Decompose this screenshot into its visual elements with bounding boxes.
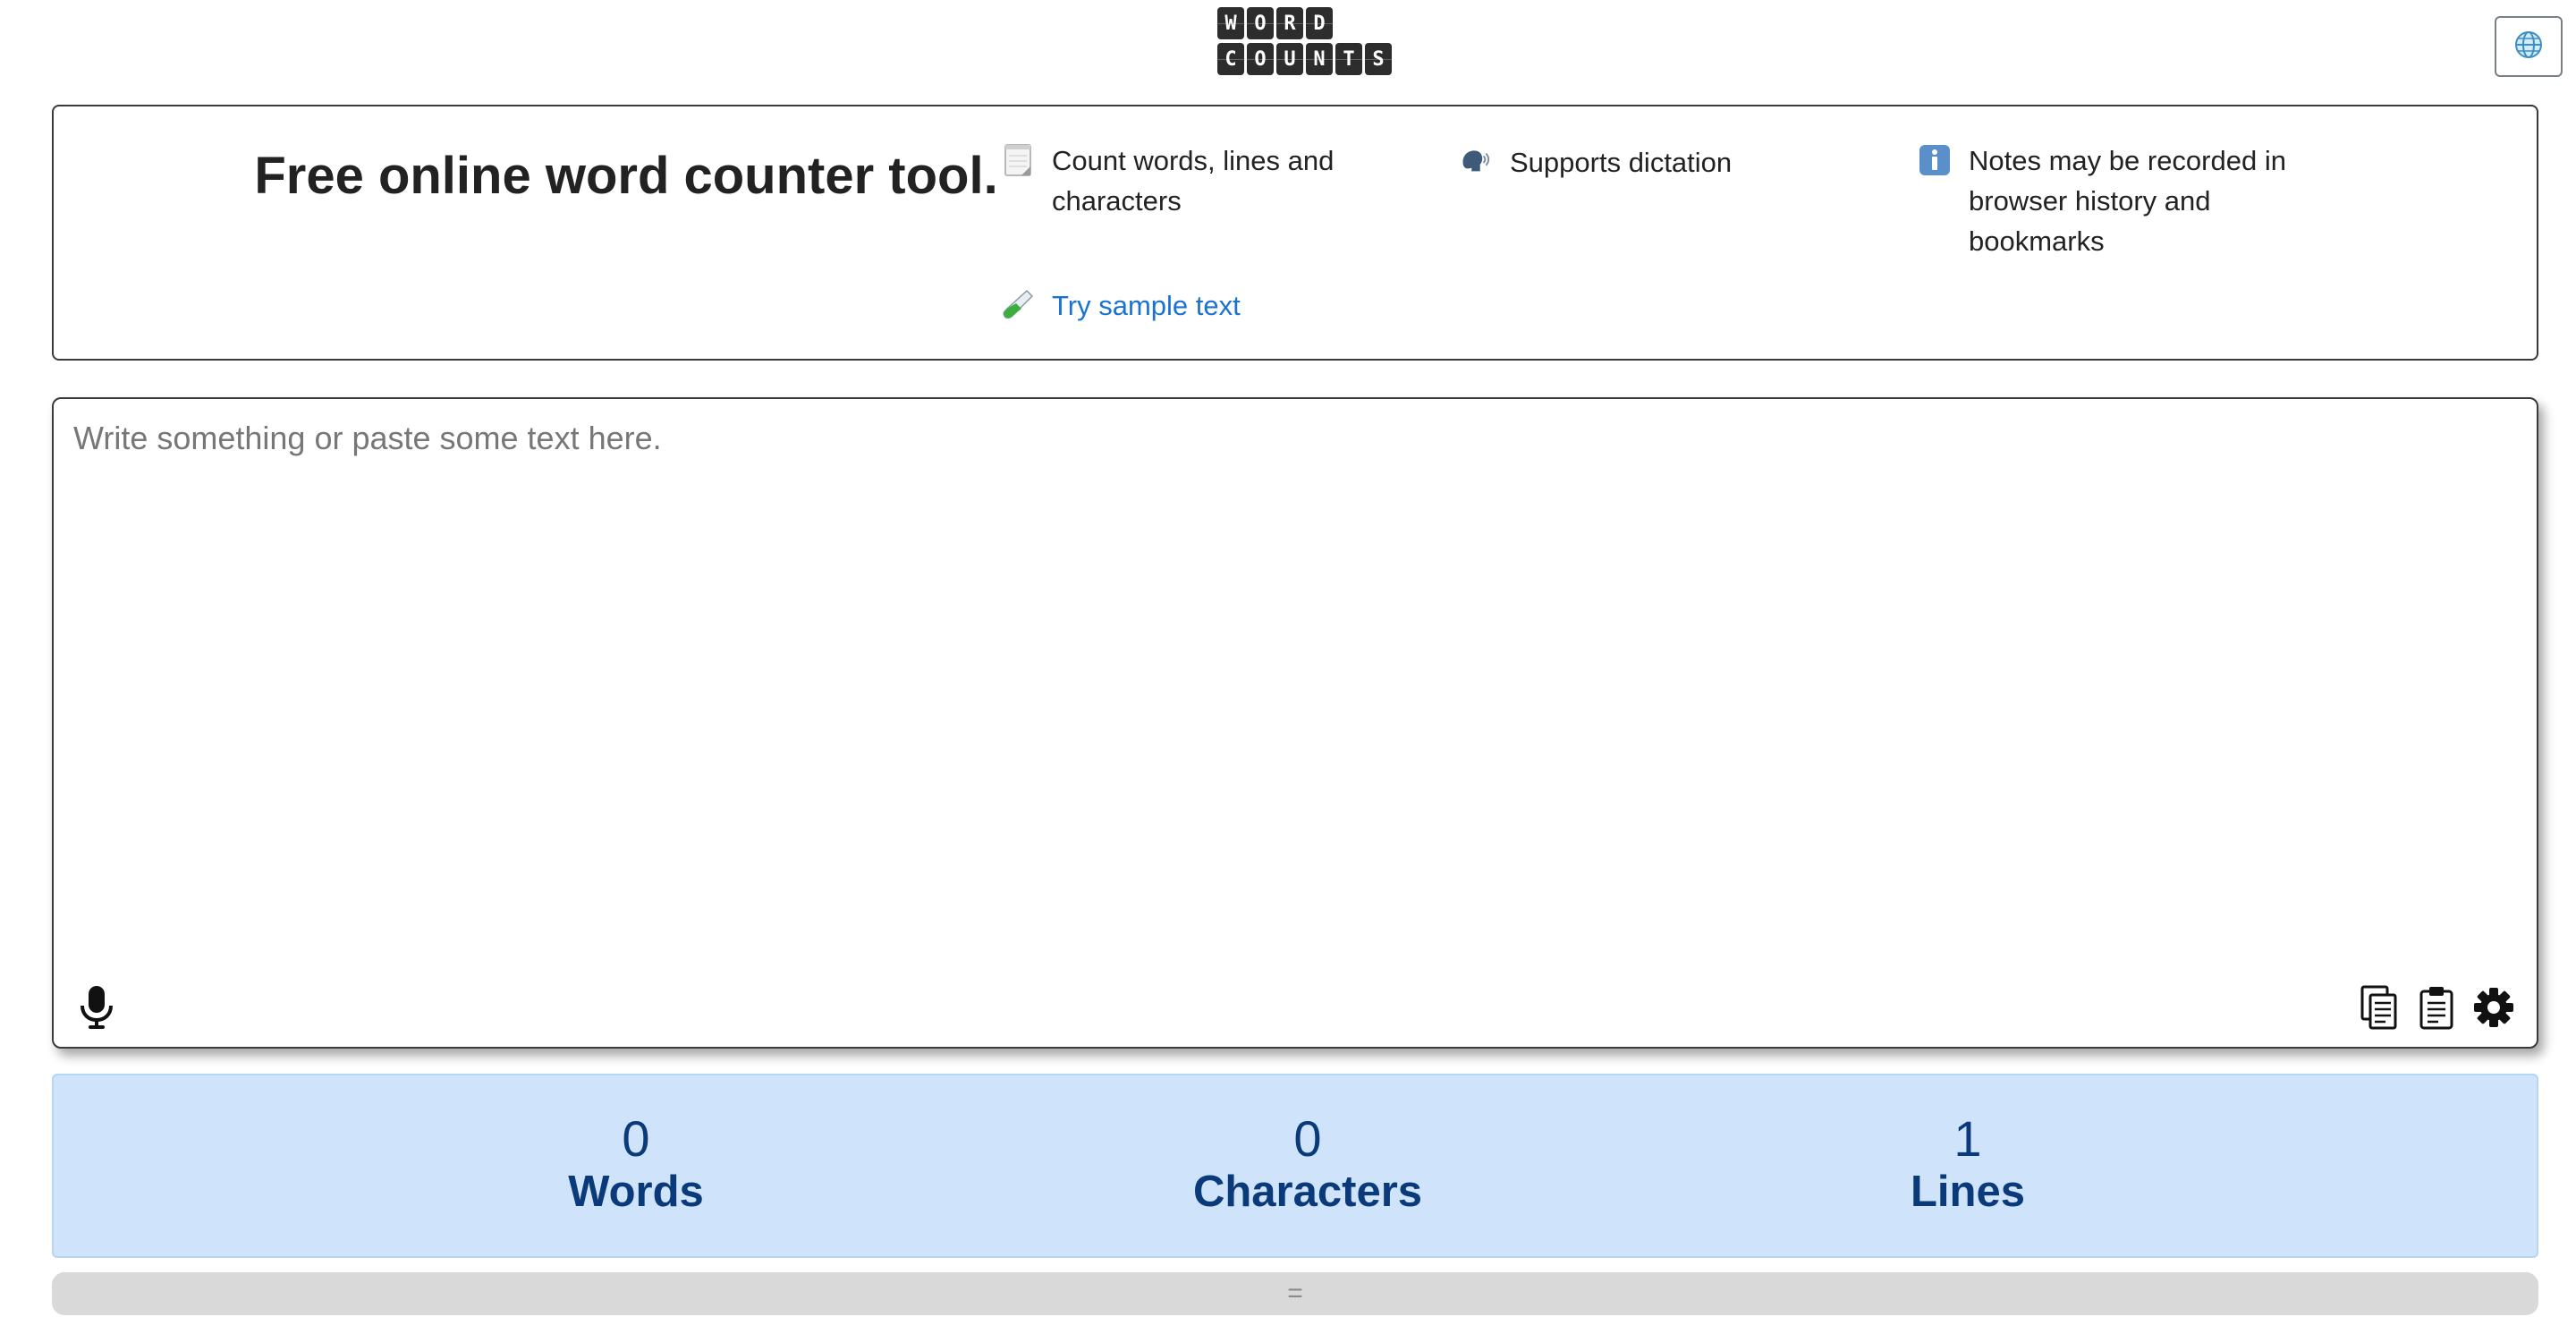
logo-letter: W <box>1217 7 1244 39</box>
word-counter-page: W O R D C O U N T S Free online word cou… <box>0 0 2576 1317</box>
logo-letter: O <box>1247 43 1274 75</box>
copy-button[interactable] <box>2354 984 2404 1034</box>
logo-letter: C <box>1217 43 1244 75</box>
characters-label: Characters <box>1192 1168 1423 1216</box>
notepad-icon <box>1002 142 1034 178</box>
feature-sample: Try sample text <box>1002 285 1395 326</box>
feature-dictation-text: Supports dictation <box>1510 147 1733 178</box>
stats-panel: 0 Words 0 Characters 1 Lines <box>52 1074 2538 1258</box>
logo-letter: N <box>1306 43 1333 75</box>
feature-count: Count words, lines and characters <box>1002 140 1395 221</box>
logo-letter: R <box>1276 7 1303 39</box>
paste-button[interactable] <box>2411 984 2462 1034</box>
logo-letter: O <box>1247 7 1274 39</box>
logo-letter: U <box>1276 43 1303 75</box>
feature-count-text: Count words, lines and characters <box>1052 145 1335 217</box>
wordcounts-logo[interactable]: W O R D C O U N T S <box>1217 7 1392 75</box>
stat-characters: 0 Characters <box>1111 1111 1504 1217</box>
logo-letter: D <box>1306 7 1333 39</box>
resize-handle[interactable]: = <box>52 1272 2538 1315</box>
resize-handle-glyph: = <box>1287 1279 1303 1308</box>
dictation-button[interactable] <box>72 984 122 1034</box>
words-count: 0 <box>622 1110 650 1167</box>
settings-button[interactable] <box>2469 984 2519 1034</box>
try-sample-text-link[interactable]: Try sample text <box>1052 285 1241 326</box>
info-icon <box>1919 142 1951 178</box>
logo-row-counts: C O U N T S <box>1217 43 1392 75</box>
characters-count: 0 <box>1293 1110 1322 1167</box>
speaking-head-icon <box>1460 144 1492 180</box>
feature-notes-text: Notes may be recorded in browser history… <box>1969 145 2286 257</box>
language-button[interactable] <box>2495 16 2563 77</box>
feature-dictation: Supports dictation <box>1460 142 1835 183</box>
text-editor-panel <box>52 397 2538 1049</box>
page-title: Free online word counter tool. <box>254 147 998 205</box>
words-label: Words <box>568 1168 704 1216</box>
feature-notes: Notes may be recorded in browser history… <box>1919 140 2330 261</box>
logo-letter: T <box>1335 43 1362 75</box>
logo-row-word: W O R D <box>1217 7 1392 39</box>
microphone-icon <box>77 984 116 1035</box>
clipboard-icon <box>2419 985 2454 1034</box>
test-tube-icon <box>1002 287 1034 323</box>
lines-label: Lines <box>1911 1168 2025 1216</box>
copy-icon <box>2360 985 2398 1034</box>
intro-panel: Free online word counter tool. Count wor… <box>52 105 2538 361</box>
globe-icon <box>2513 30 2544 64</box>
text-input[interactable] <box>72 417 2513 972</box>
stat-words: 0 Words <box>439 1111 833 1217</box>
gear-icon <box>2472 986 2515 1033</box>
lines-count: 1 <box>1953 1110 1982 1167</box>
logo-letter: S <box>1365 43 1392 75</box>
stat-lines: 1 Lines <box>1771 1111 2165 1217</box>
